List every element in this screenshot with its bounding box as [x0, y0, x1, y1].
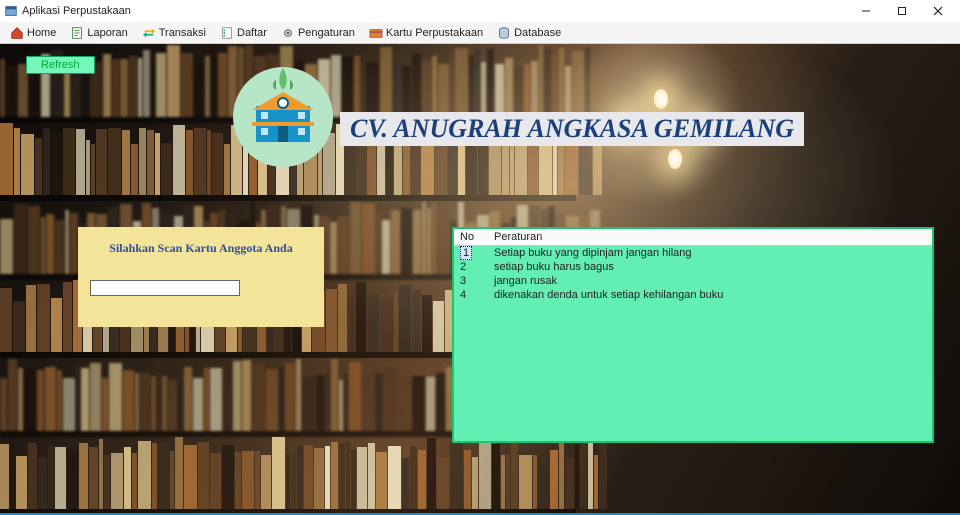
menu-laporan[interactable]: Laporan [66, 24, 131, 42]
window-titlebar: Aplikasi Perpustakaan [0, 0, 960, 22]
rule-text: jangan rusak [488, 274, 932, 288]
rule-no: 1 [460, 246, 472, 260]
rules-panel: No Peraturan 1 Setiap buku yang dipinjam… [452, 227, 934, 443]
menu-home-label: Home [27, 27, 56, 39]
scan-card-panel: Silahkan Scan Kartu Anggota Anda [78, 227, 324, 327]
menu-transaksi-label: Transaksi [159, 27, 206, 39]
menu-laporan-label: Laporan [87, 27, 127, 39]
menu-pengaturan-label: Pengaturan [298, 27, 355, 39]
menu-kartu-label: Kartu Perpustakaan [386, 27, 483, 39]
rule-text: dikenakan denda untuk setiap kehilangan … [488, 288, 932, 302]
menu-database[interactable]: Database [493, 24, 565, 42]
menu-home[interactable]: Home [6, 24, 60, 42]
org-logo [228, 62, 338, 172]
table-row[interactable]: 1 Setiap buku yang dipinjam jangan hilan… [454, 246, 932, 261]
transaction-icon [142, 26, 156, 40]
window-title: Aplikasi Perpustakaan [22, 5, 848, 17]
scan-prompt: Silahkan Scan Kartu Anggota Anda [90, 241, 312, 256]
rules-table: No Peraturan 1 Setiap buku yang dipinjam… [454, 229, 932, 302]
gear-icon [281, 26, 295, 40]
app-icon [4, 4, 18, 18]
org-title: CV. ANUGRAH ANGKASA GEMILANG [340, 112, 804, 146]
table-row[interactable]: 2 setiap buku harus bagus [454, 260, 932, 274]
menu-kartu[interactable]: Kartu Perpustakaan [365, 24, 487, 42]
menu-daftar-label: Daftar [237, 27, 267, 39]
table-row[interactable]: 3 jangan rusak [454, 274, 932, 288]
scan-input[interactable] [90, 280, 240, 296]
menubar: Home Laporan Transaksi Daftar Pengaturan… [0, 22, 960, 44]
main-viewport: Refresh CV. ANUGRAH ANGKASA GEMILANG Sil… [0, 44, 960, 515]
rule-no: 2 [454, 260, 488, 274]
menu-pengaturan[interactable]: Pengaturan [277, 24, 359, 42]
menu-transaksi[interactable]: Transaksi [138, 24, 210, 42]
menu-daftar[interactable]: Daftar [216, 24, 271, 42]
refresh-button[interactable]: Refresh [26, 56, 95, 74]
home-icon [10, 26, 24, 40]
rule-text: Setiap buku yang dipinjam jangan hilang [488, 246, 932, 261]
rule-text: setiap buku harus bagus [488, 260, 932, 274]
list-icon [220, 26, 234, 40]
rules-header-no[interactable]: No [454, 229, 488, 246]
rule-no: 3 [454, 274, 488, 288]
rules-header-text[interactable]: Peraturan [488, 229, 932, 246]
window-close-button[interactable] [920, 0, 956, 22]
menu-database-label: Database [514, 27, 561, 39]
table-row[interactable]: 4 dikenakan denda untuk setiap kehilanga… [454, 288, 932, 302]
report-icon [70, 26, 84, 40]
database-icon [497, 26, 511, 40]
rule-no: 4 [454, 288, 488, 302]
window-minimize-button[interactable] [848, 0, 884, 22]
card-icon [369, 26, 383, 40]
window-maximize-button[interactable] [884, 0, 920, 22]
